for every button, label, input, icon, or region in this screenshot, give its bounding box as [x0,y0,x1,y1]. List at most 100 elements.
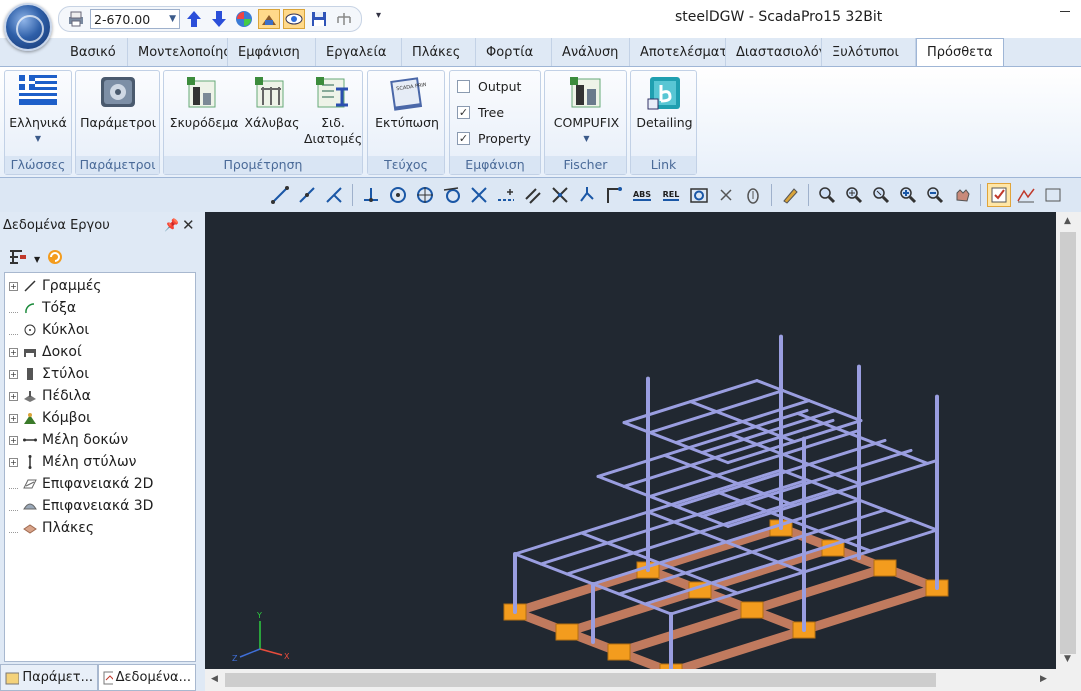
tree-checkbox[interactable]: ✓ Tree [457,105,504,120]
node-icon[interactable] [413,183,437,207]
scroll-up-icon[interactable]: ▲ [1064,216,1071,226]
3d-model-icon[interactable] [258,9,280,29]
pan-icon[interactable] [950,183,974,207]
horizontal-scrollbar[interactable]: ◀ ▶ [205,669,1056,691]
property-check-box[interactable]: ✓ [457,132,470,145]
tree-node-beam-members[interactable]: + Μέλη δοκών [9,429,128,451]
scroll-down-icon[interactable]: ▼ [1064,654,1071,664]
zoom-all-icon[interactable] [842,183,866,207]
tree-check-box[interactable]: ✓ [457,106,470,119]
steel-sections-button[interactable]: Σιδ. Διατομές [304,75,362,147]
lock-icon[interactable] [741,183,765,207]
zoom-in-icon[interactable] [896,183,920,207]
property-checkbox[interactable]: ✓ Property [457,131,531,146]
center-icon[interactable] [386,183,410,207]
tab-design[interactable]: Διαστασιολόγηση [726,38,822,66]
expand-icon[interactable]: + [9,347,18,357]
intersection-icon[interactable] [467,183,491,207]
tab-modeling[interactable]: Μοντελοποίηση [128,38,228,66]
corner-icon[interactable] [602,183,626,207]
parameters-button[interactable]: Παράμετροι [78,75,158,131]
tree-node-column-members[interactable]: + Μέλη στύλων [9,451,137,473]
detailing-button[interactable]: Detailing [633,75,696,131]
polyline-icon[interactable] [295,183,319,207]
pencil-icon[interactable] [778,183,802,207]
parallel-icon[interactable] [521,183,545,207]
close-icon[interactable]: ✕ [182,216,195,234]
tree-node-lines[interactable]: + Γραμμές [9,275,102,297]
tab-slabs[interactable]: Πλάκες [402,38,476,66]
tab-basic[interactable]: Βασικό [60,38,128,66]
eye-view-icon[interactable] [283,9,305,29]
cross-icon[interactable] [548,183,572,207]
tab-analysis[interactable]: Ανάλυση [552,38,630,66]
concrete-quantities-button[interactable]: Σκυρόδεμα [168,75,240,131]
print-button[interactable]: SCADA PRINT OUT Εκτύπωση [370,75,444,131]
scroll-left-icon[interactable]: ◀ [211,674,218,684]
qat-customize-icon[interactable]: ▾ [376,10,381,21]
sort-tree-icon[interactable] [8,248,28,270]
compufix-button[interactable]: COMPUFIX ▼ [547,75,626,147]
level-down-icon[interactable] [208,9,230,29]
scroll-right-icon[interactable]: ▶ [1040,674,1047,684]
midpoint-icon[interactable] [494,183,518,207]
minimize-button[interactable] [1056,2,1076,18]
extra-icon[interactable] [1041,183,1065,207]
save-icon[interactable] [308,9,330,29]
tab-results[interactable]: Αποτελέσματα [630,38,726,66]
tab-loads[interactable]: Φορτία [476,38,552,66]
expand-icon[interactable]: + [9,435,18,445]
horizontal-scroll-thumb[interactable] [225,673,936,687]
expand-icon[interactable]: + [9,281,18,291]
zoom-previous-icon[interactable] [869,183,893,207]
expand-icon[interactable]: + [9,391,18,401]
vertical-scroll-thumb[interactable] [1060,232,1076,654]
expand-icon[interactable]: + [9,457,18,467]
language-button[interactable]: Ελληνικά ▼ [7,75,69,147]
output-checkbox[interactable]: Output [457,79,521,94]
extend-icon[interactable] [575,183,599,207]
steel-quantities-button[interactable]: Χάλυβας [240,75,304,131]
tree-node-beams[interactable]: + Δοκοί [9,341,82,363]
expand-icon[interactable]: + [9,369,18,379]
cancel-snap-icon[interactable] [714,183,738,207]
model-3d-viewport[interactable]: Y X Z [205,212,1056,669]
tangent-icon[interactable] [440,183,464,207]
tab-formwork[interactable]: Ξυλότυποι [822,38,916,66]
perpendicular-icon[interactable] [359,183,383,207]
tab-addons[interactable]: Πρόσθετα [916,38,1004,66]
zoom-out-icon[interactable] [923,183,947,207]
tree-node-arcs[interactable]: Τόξα [9,297,76,319]
vertical-scrollbar[interactable]: ▲ ▼ [1056,212,1081,669]
rel-icon[interactable]: REL [658,183,684,207]
chevron-down-icon[interactable]: ▼ [34,255,40,264]
tree-node-footings[interactable]: + Πέδιλα [9,385,91,407]
expand-icon[interactable]: + [9,413,18,423]
tree-node-surfaces-3d[interactable]: Επιφανειακά 3D [9,495,153,517]
render-icon[interactable] [233,9,255,29]
level-up-icon[interactable] [183,9,205,29]
tab-parameters-panel[interactable]: Παράμετ... [0,664,98,691]
line-icon[interactable] [268,183,292,207]
chart-icon[interactable] [1014,183,1038,207]
tab-project-data[interactable]: Δεδομένα... [98,664,196,691]
application-menu-button[interactable] [4,3,52,51]
refresh-icon[interactable] [46,248,64,270]
tree-node-slabs[interactable]: Πλάκες [9,517,94,539]
zoom-window-icon[interactable] [815,183,839,207]
camera-icon[interactable] [687,183,711,207]
checkbox-toggle-icon[interactable] [987,183,1011,207]
tree-structure-icon[interactable] [333,9,355,29]
tab-tools[interactable]: Εργαλεία [316,38,402,66]
tree-node-surfaces-2d[interactable]: Επιφανειακά 2D [9,473,153,495]
arc-polyline-icon[interactable] [322,183,346,207]
tree-node-nodes[interactable]: + Κόμβοι [9,407,91,429]
output-check-box[interactable] [457,80,470,93]
level-combo[interactable]: 2-670.00 ▼ [90,9,180,29]
tab-view[interactable]: Εμφάνιση [228,38,316,66]
printer-icon[interactable] [65,9,87,29]
tree-node-columns[interactable]: + Στύλοι [9,363,89,385]
pin-icon[interactable]: 📌 [164,218,179,232]
tree-node-circles[interactable]: Κύκλοι [9,319,89,341]
abs-icon[interactable]: ABS [629,183,655,207]
